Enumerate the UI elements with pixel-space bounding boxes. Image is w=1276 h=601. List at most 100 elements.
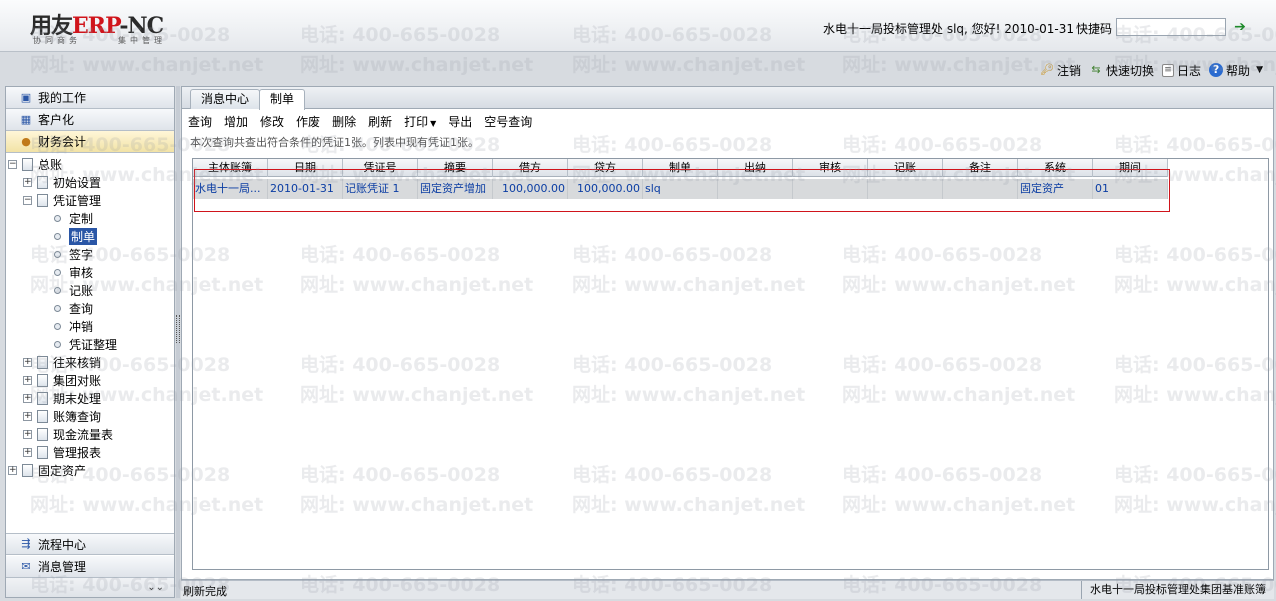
expand-icon[interactable]: + [23, 357, 32, 367]
tree-leaf-reverse[interactable]: 冲销 [54, 317, 93, 335]
folder-icon [37, 391, 48, 405]
tree-node-voucher-mgmt[interactable]: − 凭证管理 [23, 191, 101, 209]
grid-icon: ▦ [20, 112, 32, 126]
collapse-icon[interactable]: − [8, 159, 17, 169]
tree-leaf-post[interactable]: 记账 [54, 281, 93, 299]
tree-node-reconcile[interactable]: + 往来核销 [23, 353, 101, 371]
leaf-icon [54, 268, 61, 276]
tree-node-general-ledger[interactable]: − 总账 [8, 155, 62, 173]
logo-subtitle-left: 协同商务 [33, 36, 81, 45]
folder-icon [22, 157, 33, 171]
status-bar: 刷新完成 水电十一局投标管理处集团基准账簿 [181, 580, 1274, 599]
folder-icon [37, 193, 48, 207]
nav-financial-accounting[interactable]: ● 财务会计 [6, 131, 174, 153]
chevron-double-down-icon[interactable]: ⌄⌄ [6, 578, 174, 597]
folder-icon [37, 355, 48, 369]
arrow-right-icon[interactable]: ➔ [1232, 18, 1248, 36]
leaf-icon [54, 286, 61, 294]
tree-leaf-customize[interactable]: 定制 [54, 209, 93, 227]
watermark-site: 网址: www.chanjet.net [300, 54, 534, 76]
help-icon: ? [1209, 63, 1224, 77]
switch-icon: ⇆ [1091, 63, 1101, 76]
quick-code-label: 快捷码 [1076, 22, 1113, 36]
folder-icon [37, 373, 48, 387]
expand-icon[interactable]: + [23, 375, 32, 385]
logout-link[interactable]: 🔑︎ 注销 [1040, 62, 1081, 79]
nav-my-work[interactable]: ▣ 我的工作 [6, 87, 174, 109]
void-button[interactable]: 作废 [296, 113, 326, 130]
expand-icon[interactable]: + [8, 465, 17, 475]
voucher-table: 主体账簿 日期 凭证号 摘要 借方 贷方 制单 出纳 审核 记账 备注 系统 期… [192, 158, 1269, 570]
main-panel: 消息中心 制单 查询 增加 修改 作废 删除 刷新 打印 ▼ 导出 空号查询 本次… [181, 86, 1274, 580]
modify-button[interactable]: 修改 [260, 113, 290, 130]
chevron-down-icon[interactable]: ▼ [1256, 65, 1263, 75]
tree-node-period-end[interactable]: + 期末处理 [23, 389, 101, 407]
tree-node-ledger-query[interactable]: + 账簿查询 [23, 407, 101, 425]
watermark-site: 网址: www.chanjet.net [30, 54, 264, 76]
folder-icon [22, 463, 33, 477]
flow-icon: ⇶ [21, 537, 31, 550]
user-greeting: 水电十一局投标管理处 slq, 您好! 2010-01-31 [823, 22, 1075, 36]
top-links: 🔑︎ 注销 ⇆ 快速切换 ≡ 日志 ? 帮助 ▼ [1040, 60, 1263, 80]
caret-down-icon: ▼ [430, 118, 437, 128]
header-bar: 用友ERP-NC 协同商务 集中管理 水电十一局投标管理处 slq, 您好! 2… [0, 0, 1276, 52]
add-button[interactable]: 增加 [224, 113, 254, 130]
tree-leaf-create-voucher[interactable]: 制单 [54, 227, 98, 245]
folder-icon [37, 409, 48, 423]
export-button[interactable]: 导出 [448, 113, 478, 130]
expand-icon[interactable]: + [23, 429, 32, 439]
expand-icon[interactable]: + [23, 177, 32, 187]
print-menu-button[interactable]: 打印 ▼ [404, 113, 442, 130]
logo-subtitle-right: 集中管理 [118, 36, 166, 45]
monitor-icon: ▣ [20, 90, 32, 104]
query-button[interactable]: 查询 [188, 113, 218, 130]
tree-node-mgmt-report[interactable]: + 管理报表 [23, 443, 101, 461]
leaf-icon [54, 214, 61, 222]
nav-tree: − 总账 + 初始设置 − 凭证管理 定制 制单 签字 审核 记账 查询 冲销 凭证整… [6, 153, 174, 533]
leaf-icon [54, 304, 61, 312]
tab-message-center[interactable]: 消息中心 [190, 89, 261, 109]
leaf-icon [54, 322, 61, 330]
help-link[interactable]: ? 帮助 ▼ [1209, 62, 1263, 79]
tree-node-cash-flow[interactable]: + 现金流量表 [23, 425, 113, 443]
quick-code-input[interactable] [1116, 18, 1226, 36]
tab-bar: 消息中心 制单 [182, 87, 1273, 110]
logo: 用友ERP-NC 协同商务 集中管理 [30, 8, 180, 46]
query-result-info: 本次查询共查出符合条件的凭证1张。列表中现有凭证1张。 [190, 136, 479, 149]
tree-leaf-query[interactable]: 查询 [54, 299, 93, 317]
empty-number-query-button[interactable]: 空号查询 [484, 113, 538, 130]
folder-icon [37, 427, 48, 441]
nav-message-mgmt[interactable]: ✉ 消息管理 [6, 556, 174, 578]
tab-create-voucher[interactable]: 制单 [259, 89, 306, 110]
tree-node-fixed-assets[interactable]: + 固定资产 [8, 461, 86, 479]
expand-icon[interactable]: + [23, 411, 32, 421]
highlight-box [194, 169, 1170, 212]
delete-button[interactable]: 删除 [332, 113, 362, 130]
left-nav-panel: ▣ 我的工作 ▦ 客户化 ● 财务会计 − 总账 + 初始设置 − 凭证管理 定制 制… [5, 86, 175, 598]
status-ledger: 水电十一局投标管理处集团基准账簿 [1081, 581, 1274, 599]
expand-icon[interactable]: + [23, 393, 32, 403]
tree-leaf-audit[interactable]: 审核 [54, 263, 93, 281]
log-icon: ≡ [1162, 63, 1175, 77]
user-icon: ● [21, 134, 31, 148]
expand-icon[interactable]: + [23, 447, 32, 457]
status-message: 刷新完成 [183, 585, 227, 598]
refresh-button[interactable]: 刷新 [368, 113, 398, 130]
leaf-icon [54, 250, 61, 258]
tree-leaf-voucher-arrange[interactable]: 凭证整理 [54, 335, 117, 353]
log-link[interactable]: ≡ 日志 [1162, 62, 1201, 79]
collapse-icon[interactable]: − [23, 195, 32, 205]
folder-icon [37, 445, 48, 459]
toolbar: 查询 增加 修改 作废 删除 刷新 打印 ▼ 导出 空号查询 [182, 110, 1273, 132]
tree-node-initial-setup[interactable]: + 初始设置 [23, 173, 101, 191]
quick-switch-link[interactable]: ⇆ 快速切换 [1089, 62, 1154, 79]
leaf-icon [54, 340, 61, 348]
leaf-icon [54, 232, 61, 240]
tree-leaf-sign[interactable]: 签字 [54, 245, 93, 263]
nav-process-center[interactable]: ⇶ 流程中心 [6, 533, 174, 555]
watermark-site: 网址: www.chanjet.net [572, 54, 806, 76]
folder-icon [37, 175, 48, 189]
splitter-grip[interactable] [176, 315, 180, 343]
tree-node-group-reconcile[interactable]: + 集团对账 [23, 371, 101, 389]
nav-customize[interactable]: ▦ 客户化 [6, 109, 174, 131]
